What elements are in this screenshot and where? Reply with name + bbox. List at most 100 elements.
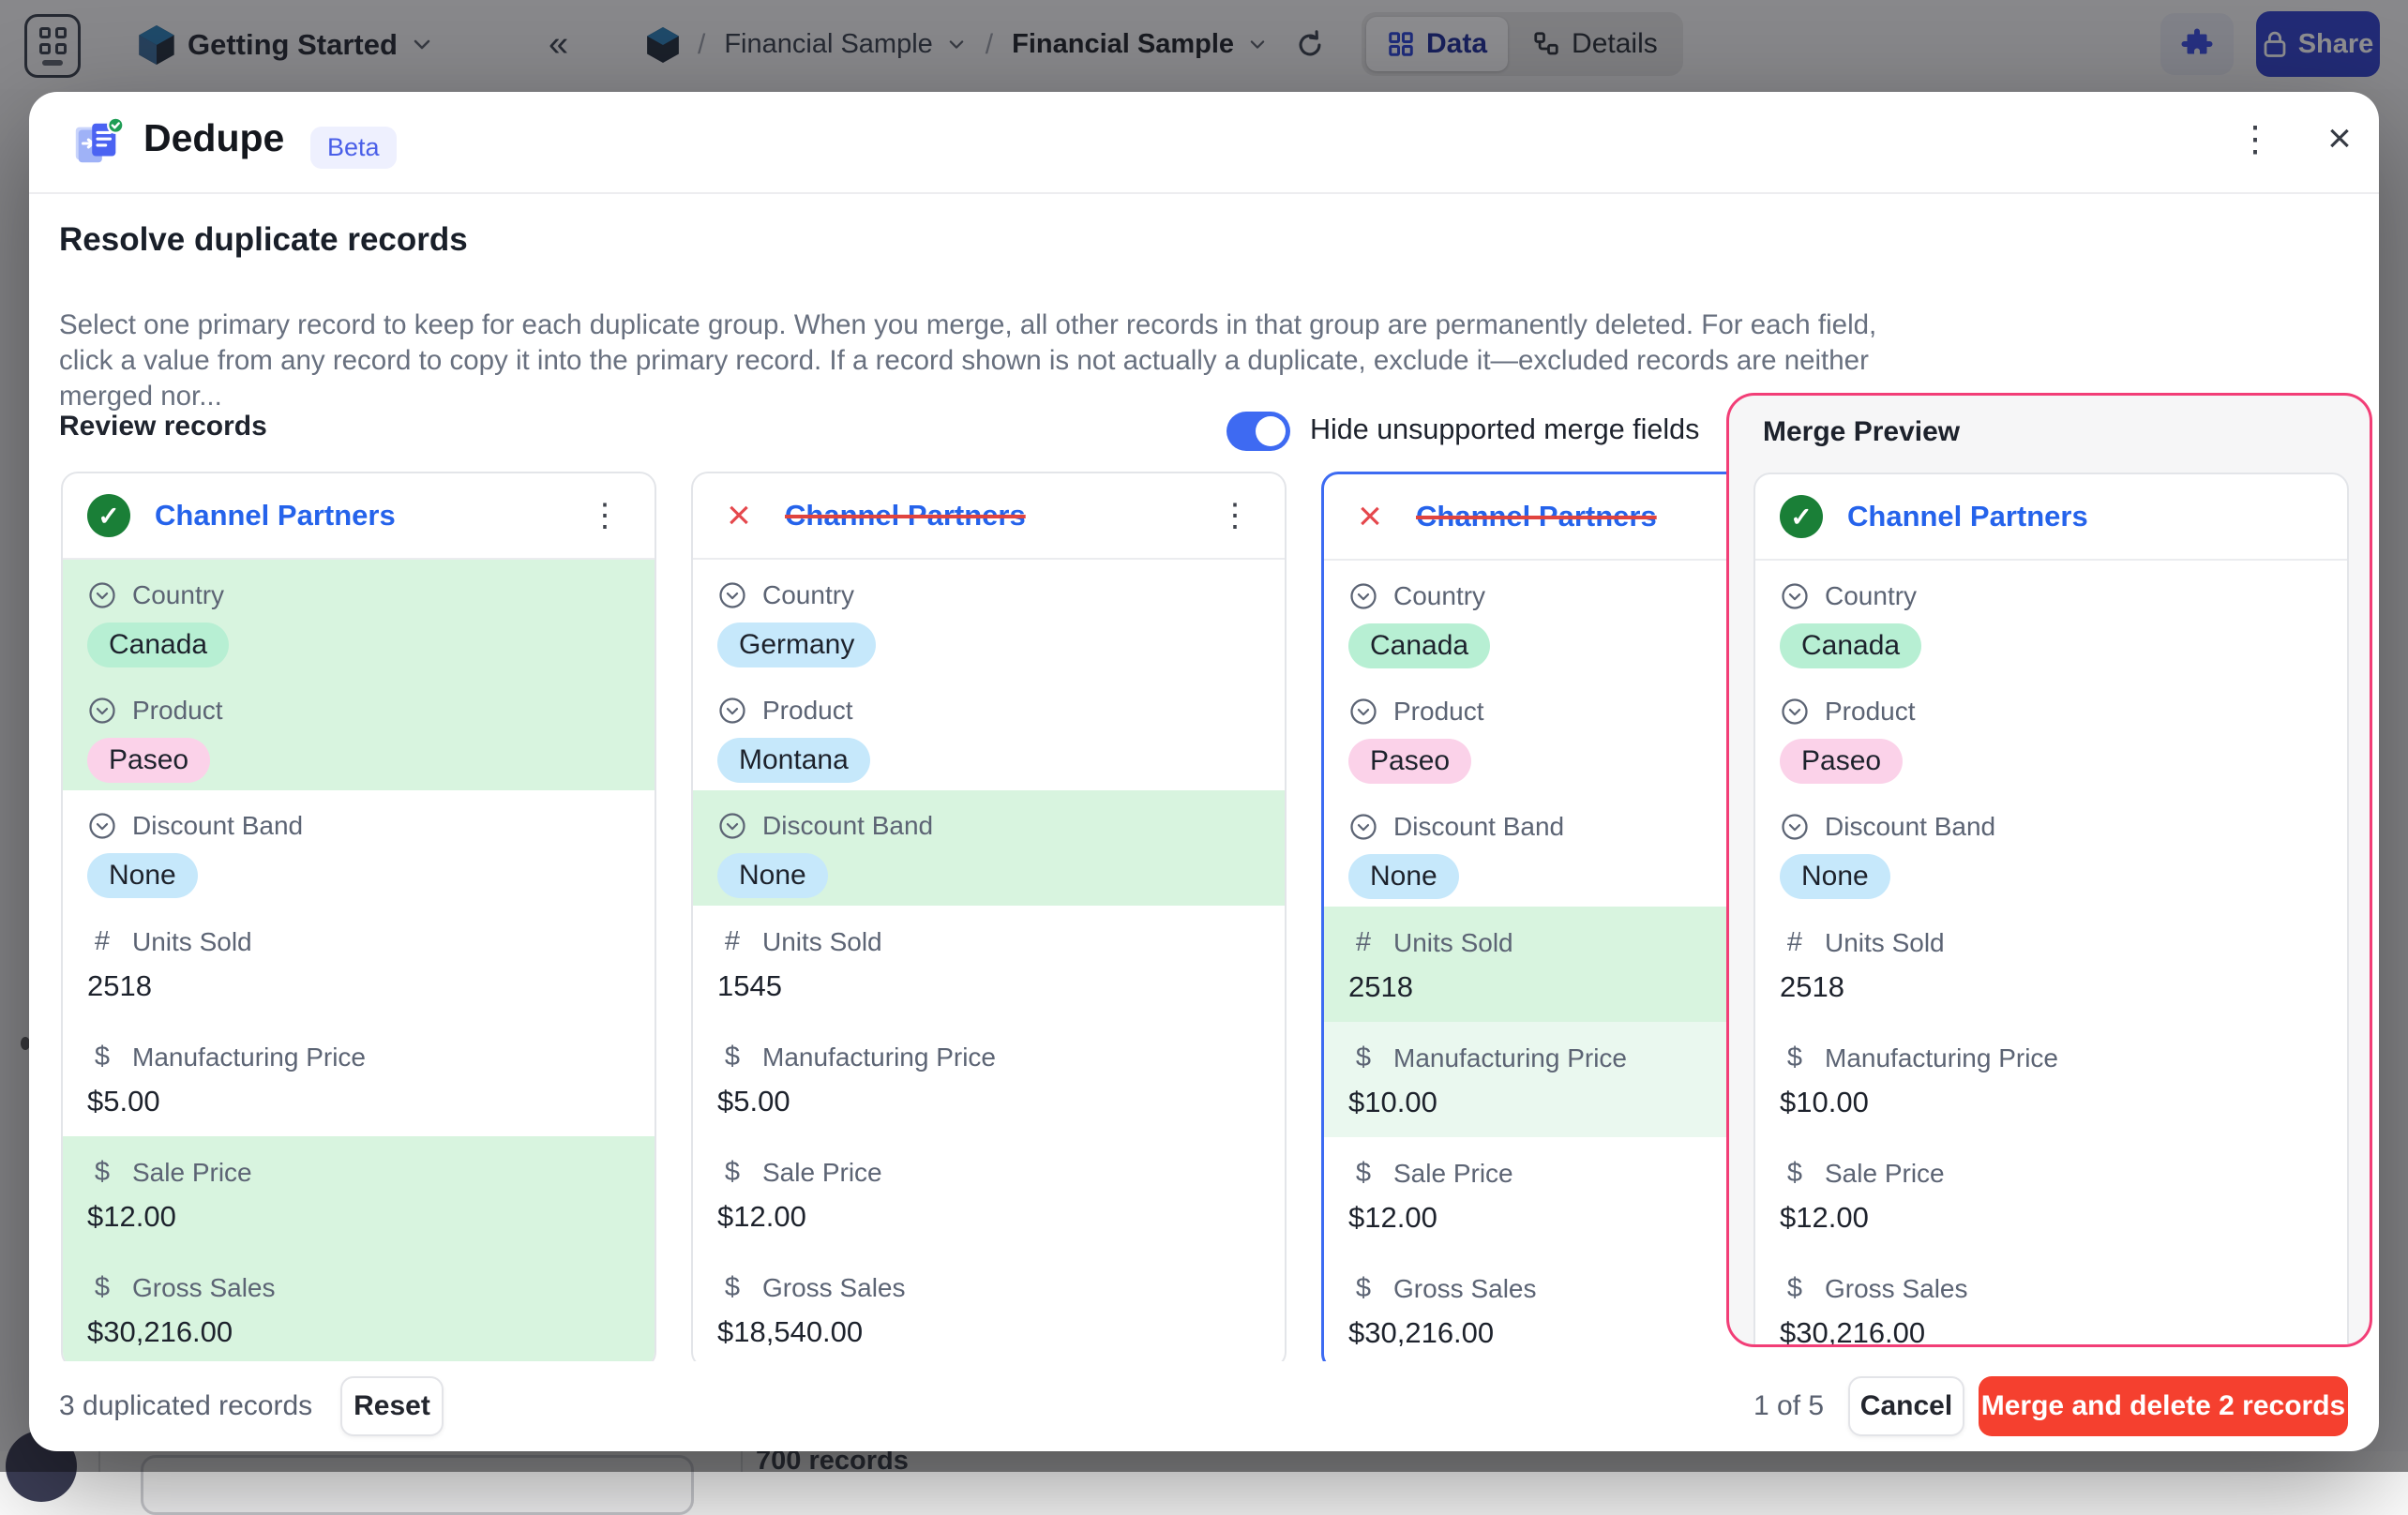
exclude-x-icon[interactable]: ×: [717, 492, 760, 538]
field-gross-sales[interactable]: $ Gross Sales $30,216.00: [1324, 1252, 1726, 1361]
field-value[interactable]: $30,216.00: [87, 1315, 630, 1349]
field-manufacturing-price[interactable]: $ Manufacturing Price $10.00: [1324, 1022, 1726, 1137]
field-label: Sale Price: [1825, 1158, 1945, 1188]
field-discount-band: Discount Band None: [1755, 791, 2347, 907]
field-manufacturing-price[interactable]: $ Manufacturing Price $5.00: [693, 1021, 1285, 1136]
field-value: $10.00: [1780, 1086, 1869, 1118]
field-label: Product: [1393, 697, 1484, 726]
field-value[interactable]: $12.00: [717, 1200, 1260, 1234]
field-value: Paseo: [1780, 739, 1904, 784]
field-units-sold[interactable]: # Units Sold 2518: [63, 906, 655, 1021]
select-field-icon: [1348, 698, 1378, 726]
field-label: Gross Sales: [762, 1272, 906, 1302]
record-card-3[interactable]: × Channel Partners ⋮ Country Canada Prod…: [1321, 472, 1726, 1361]
record-title[interactable]: Channel Partners: [785, 499, 1026, 532]
field-country[interactable]: Country Germany: [693, 560, 1285, 675]
field-value: Canada: [1780, 623, 1922, 668]
record-card-1[interactable]: ✓ Channel Partners ⋮ Country Canada Prod…: [61, 472, 656, 1361]
field-value: $12.00: [1780, 1201, 1869, 1234]
field-value[interactable]: 2518: [1348, 970, 1726, 1004]
record-cards-scroller[interactable]: ✓ Channel Partners ⋮ Country Canada Prod…: [61, 472, 1726, 1361]
currency-field-icon: $: [1355, 1158, 1372, 1188]
field-value[interactable]: $12.00: [1348, 1201, 1726, 1235]
record-card-2[interactable]: × Channel Partners ⋮ Country Germany Pro…: [691, 472, 1287, 1361]
dedupe-modal: Dedupe Beta ⋮ × Resolve duplicate record…: [29, 92, 2379, 1451]
field-value[interactable]: None: [87, 853, 198, 898]
dedupe-icon: [75, 116, 125, 163]
card-fields: Country Canada Product Paseo Discount Ba…: [1755, 559, 2347, 1344]
modal-menu-button[interactable]: ⋮: [2229, 112, 2281, 165]
field-value[interactable]: $5.00: [717, 1085, 1260, 1118]
field-label: Manufacturing Price: [762, 1042, 997, 1072]
field-discount-band[interactable]: Discount Band None: [1324, 791, 1726, 907]
field-gross-sales[interactable]: $ Gross Sales $30,216.00: [63, 1252, 655, 1361]
modal-close-button[interactable]: ×: [2313, 112, 2366, 165]
field-gross-sales[interactable]: $ Gross Sales $18,540.00: [693, 1252, 1285, 1361]
field-units-sold[interactable]: # Units Sold 2518: [1324, 907, 1726, 1022]
group-pager: 1 of 5: [1753, 1390, 1825, 1421]
field-manufacturing-price[interactable]: $ Manufacturing Price $5.00: [63, 1021, 655, 1136]
field-label: Product: [1825, 697, 1916, 726]
field-label: Product: [762, 696, 853, 725]
field-value[interactable]: Canada: [87, 622, 230, 668]
field-product[interactable]: Product Paseo: [1324, 676, 1726, 791]
field-value[interactable]: None: [1348, 854, 1459, 899]
merge-preview-card: ✓ Channel Partners Country Canada Produc…: [1753, 472, 2349, 1344]
field-value[interactable]: 1545: [717, 969, 1260, 1003]
kebab-icon: ⋮: [2237, 119, 2273, 159]
field-value[interactable]: Paseo: [87, 738, 211, 783]
field-discount-band[interactable]: Discount Band None: [63, 790, 655, 906]
field-value: None: [1780, 854, 1890, 899]
keep-check-icon: ✓: [1780, 495, 1823, 538]
field-value[interactable]: $12.00: [87, 1200, 630, 1234]
reset-button[interactable]: Reset: [340, 1376, 444, 1436]
field-label: Country: [132, 580, 225, 609]
select-field-icon: [1780, 582, 1810, 610]
field-product[interactable]: Product Montana: [693, 675, 1285, 790]
field-sale-price[interactable]: $ Sale Price $12.00: [63, 1136, 655, 1252]
review-records-label: Review records: [59, 411, 267, 442]
field-label: Sale Price: [132, 1157, 252, 1187]
field-label: Discount Band: [1825, 812, 1996, 841]
card-header: ✓ Channel Partners ⋮: [63, 473, 655, 558]
field-value[interactable]: 2518: [87, 969, 630, 1003]
beta-badge: Beta: [310, 127, 397, 169]
card-header: × Channel Partners ⋮: [1324, 474, 1726, 559]
exclude-x-icon[interactable]: ×: [1348, 493, 1392, 539]
card-fields: Country Canada Product Paseo Discount Ba…: [63, 558, 655, 1361]
card-menu-button[interactable]: ⋮: [1210, 493, 1260, 538]
field-gross-sales: $ Gross Sales $30,216.00: [1755, 1252, 2347, 1344]
merge-button[interactable]: Merge and delete 2 records: [1979, 1376, 2348, 1436]
hide-unsupported-toggle[interactable]: [1227, 412, 1290, 451]
field-value[interactable]: Montana: [717, 738, 870, 783]
keep-check-icon[interactable]: ✓: [87, 494, 130, 537]
field-label: Units Sold: [1825, 927, 1945, 957]
field-value[interactable]: Paseo: [1348, 739, 1472, 784]
field-sale-price[interactable]: $ Sale Price $12.00: [1324, 1137, 1726, 1252]
field-product[interactable]: Product Paseo: [63, 675, 655, 790]
field-value[interactable]: $10.00: [1348, 1086, 1726, 1119]
field-value[interactable]: None: [717, 853, 828, 898]
cancel-button[interactable]: Cancel: [1848, 1376, 1964, 1436]
field-value[interactable]: $5.00: [87, 1085, 630, 1118]
field-sale-price[interactable]: $ Sale Price $12.00: [693, 1136, 1285, 1252]
field-discount-band[interactable]: Discount Band None: [693, 790, 1285, 906]
field-units-sold[interactable]: # Units Sold 1545: [693, 906, 1285, 1021]
record-title[interactable]: Channel Partners: [155, 499, 396, 532]
field-value[interactable]: Germany: [717, 622, 877, 668]
select-field-icon: [1780, 698, 1810, 726]
field-country[interactable]: Country Canada: [1324, 561, 1726, 676]
field-label: Units Sold: [132, 926, 252, 956]
card-menu-button[interactable]: ⋮: [579, 493, 630, 538]
field-value[interactable]: $18,540.00: [717, 1315, 1260, 1349]
toggle-knob: [1256, 416, 1286, 446]
field-label: Sale Price: [762, 1157, 882, 1187]
duplicate-summary: 3 duplicated records: [59, 1390, 313, 1421]
field-value[interactable]: Canada: [1348, 623, 1491, 668]
select-field-icon: [1348, 582, 1378, 610]
field-value[interactable]: $30,216.00: [1348, 1316, 1726, 1350]
field-country[interactable]: Country Canada: [63, 560, 655, 675]
record-title[interactable]: Channel Partners: [1416, 500, 1657, 533]
field-label: Units Sold: [1393, 927, 1513, 957]
field-label: Manufacturing Price: [132, 1042, 367, 1072]
